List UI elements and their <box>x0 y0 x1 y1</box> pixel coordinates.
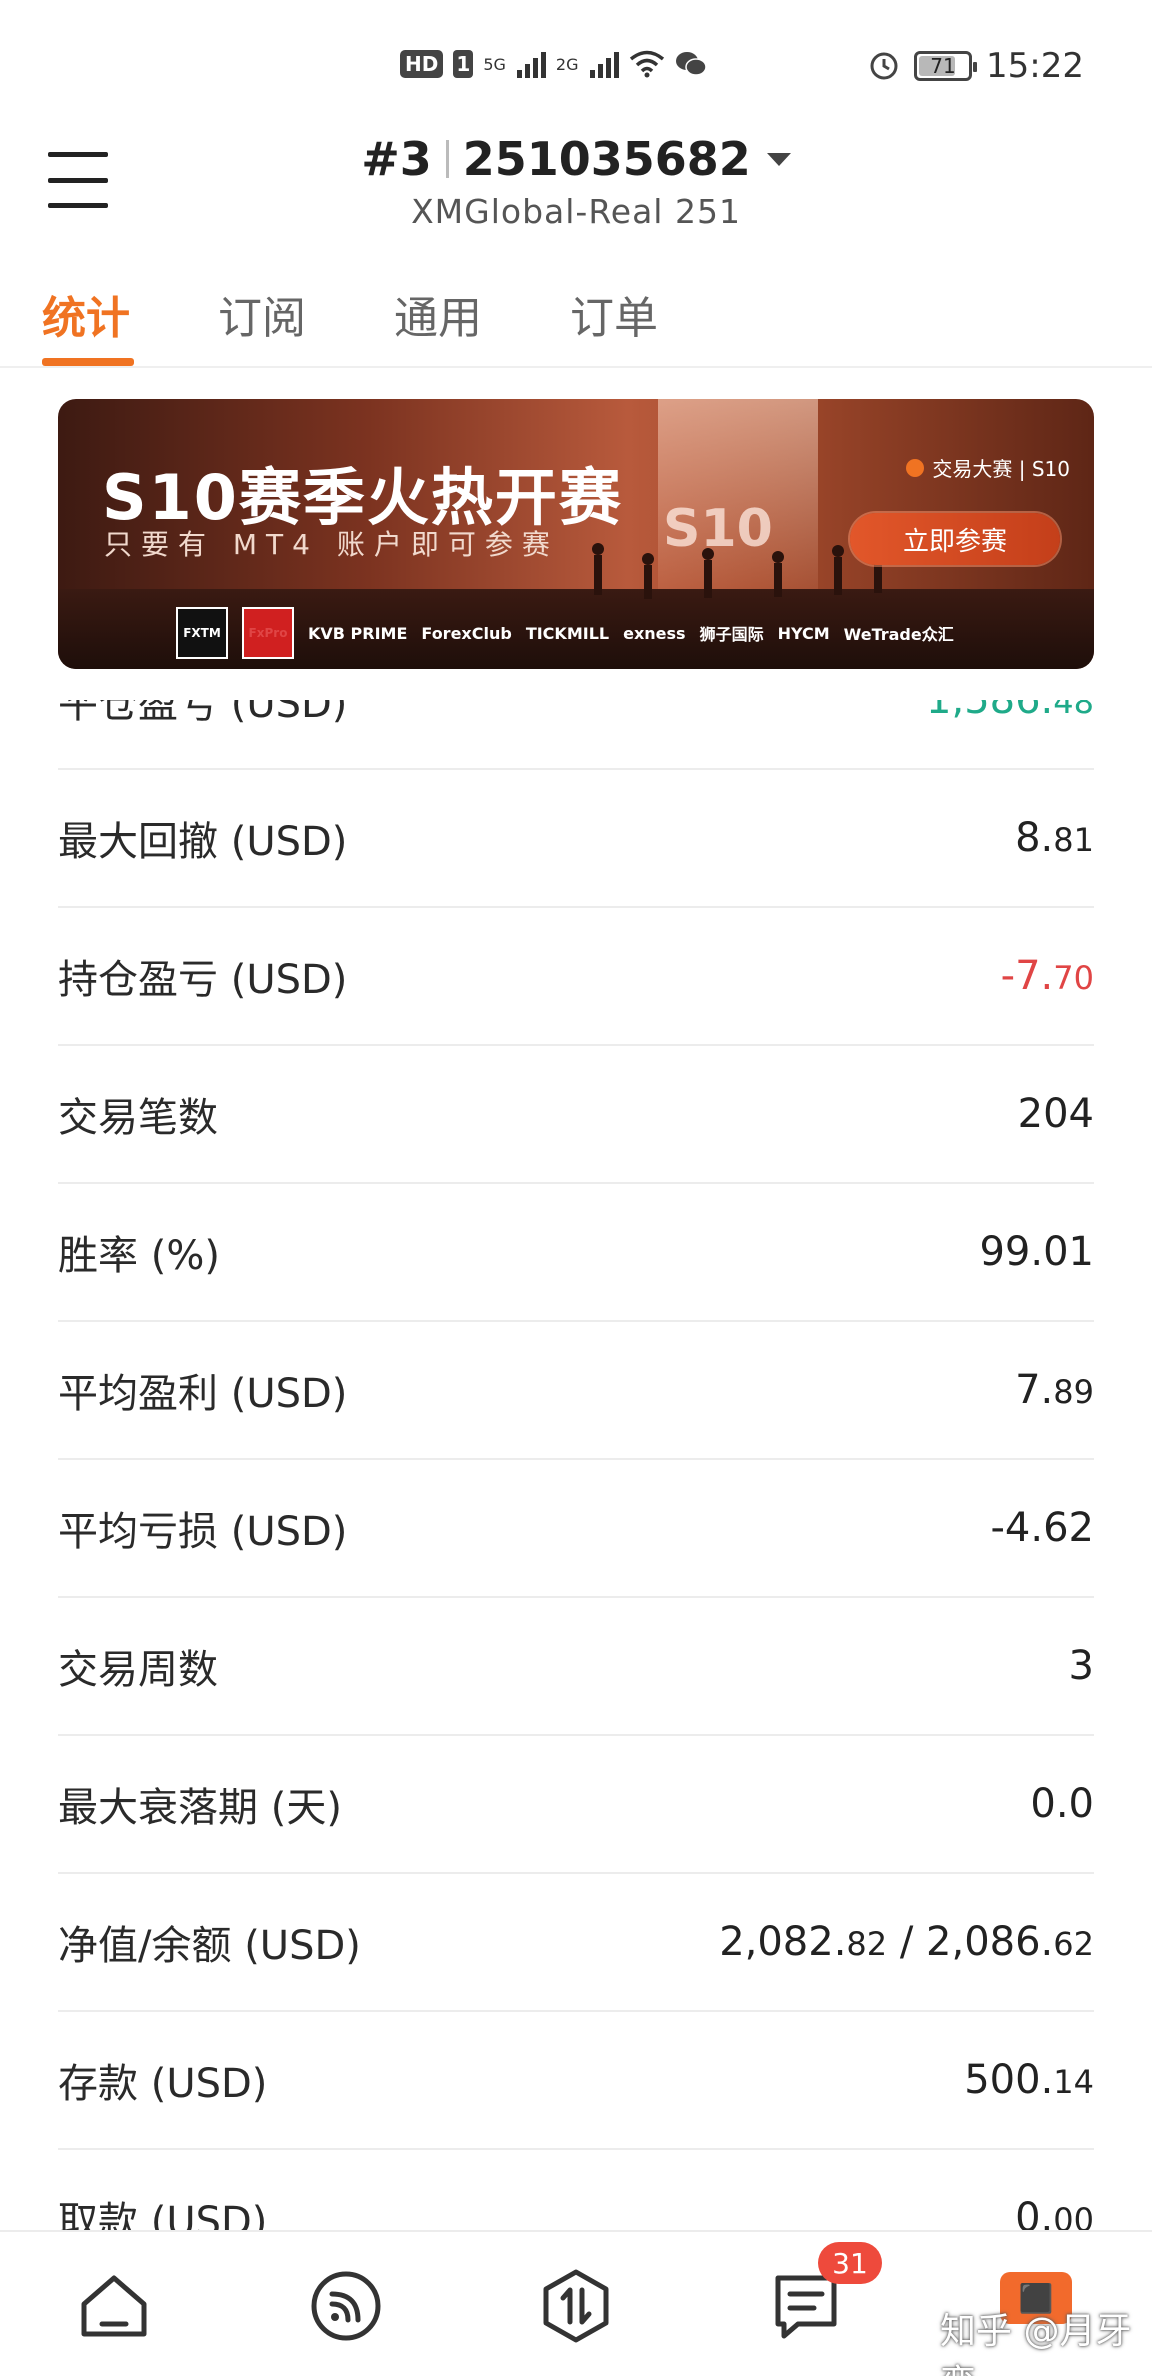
account-id: 251035682 <box>462 132 751 186</box>
nav-home[interactable] <box>74 2266 154 2346</box>
wifi-icon <box>629 50 664 78</box>
stat-row: 取款 (USD) 0.00 <box>58 2150 1094 2230</box>
wechat-icon <box>675 52 707 76</box>
stat-row: 平仓盈亏 (USD) 1,586.48 <box>58 700 1094 770</box>
stat-value: 1,586.48 <box>926 700 1094 723</box>
account-separator <box>445 140 449 178</box>
network-type-1: 5G <box>483 54 506 74</box>
tab-orders[interactable]: 订单 <box>570 282 658 346</box>
stat-value: -4.62 <box>990 1505 1095 1551</box>
signal-icon <box>516 52 546 78</box>
stat-label: 持仓盈亏 (USD) <box>58 957 348 1003</box>
sponsor-logo: WeTrade众汇 <box>843 625 954 644</box>
battery-icon: 71 <box>914 51 978 81</box>
hd-badge: HD <box>400 50 444 78</box>
promo-banner[interactable]: S10赛季火热开赛 只要有 MT4 账户即可参赛 交易大赛 | S10 S10 … <box>58 399 1094 669</box>
stat-row: 存款 (USD) 500.14 <box>58 2012 1094 2150</box>
sponsor-logo: TICKMILL <box>525 623 610 643</box>
watermark: 知乎 @月牙弯 <box>940 2311 1132 2376</box>
stats-list[interactable]: 平仓盈亏 (USD) 1,586.48 最大回撤 (USD) 8.81 持仓盈亏… <box>0 700 1152 2230</box>
trade-icon <box>543 2269 609 2343</box>
stat-value: 7.89 <box>1015 1367 1094 1413</box>
account-selector[interactable]: #3 251035682 XMGlobal-Real 251 <box>0 132 1152 231</box>
nav-signals[interactable] <box>306 2266 386 2346</box>
stat-label: 交易周数 <box>58 1647 218 1693</box>
stat-label: 净值/余额 (USD) <box>58 1923 361 1969</box>
stat-row: 交易笔数 204 <box>58 1046 1094 1184</box>
banner-subtitle: 只要有 MT4 账户即可参赛 <box>104 528 559 561</box>
network-type-2: 2G <box>555 54 579 74</box>
sponsor-logo: exness <box>623 623 686 643</box>
nav-trade[interactable] <box>536 2266 616 2346</box>
stat-row: 胜率 (%) 99.01 <box>58 1184 1094 1322</box>
stat-row: 持仓盈亏 (USD) -7.70 <box>58 908 1094 1046</box>
stat-label: 平仓盈亏 (USD) <box>58 700 348 727</box>
account-server: XMGlobal-Real 251 <box>411 192 741 231</box>
clock: 15:22 <box>986 46 1084 86</box>
tab-subscribe[interactable]: 订阅 <box>218 282 306 346</box>
account-number: #3 <box>361 132 432 186</box>
stat-row: 平均亏损 (USD) -4.62 <box>58 1460 1094 1598</box>
sponsor-logo: KVB PRIME <box>308 623 408 643</box>
sponsor-logo: FxPro <box>242 607 294 659</box>
home-icon <box>81 2275 147 2337</box>
stat-value: 99.01 <box>979 1229 1094 1275</box>
signals-icon <box>311 2271 381 2341</box>
banner-season-mark: S10 <box>663 499 773 559</box>
unread-badge: 31 <box>818 2242 882 2284</box>
stat-value: 2,082.82 / 2,086.62 <box>719 1919 1094 1965</box>
stat-row: 平均盈利 (USD) 7.89 <box>58 1322 1094 1460</box>
stat-label: 平均亏损 (USD) <box>58 1509 348 1555</box>
sponsor-logo: HYCM <box>777 623 830 643</box>
sponsor-logo: 狮子国际 <box>699 625 764 644</box>
alarm-icon <box>870 52 898 80</box>
stat-label: 存款 (USD) <box>58 2061 268 2107</box>
stat-value: 204 <box>1017 1091 1094 1137</box>
stat-label: 平均盈利 (USD) <box>58 1371 348 1417</box>
stat-label: 胜率 (%) <box>58 1233 220 1279</box>
stat-label: 最大衰落期 (天) <box>58 1785 342 1831</box>
stat-row: 最大衰落期 (天) 0.0 <box>58 1736 1094 1874</box>
chevron-down-icon[interactable] <box>766 152 791 166</box>
stat-label: 最大回撤 (USD) <box>58 819 348 865</box>
status-left: HD 1 5G 2G <box>400 50 707 78</box>
brand-logo-icon <box>906 458 925 477</box>
tab-general[interactable]: 通用 <box>394 282 482 346</box>
tab-bar: 统计 订阅 通用 订单 <box>0 262 1152 368</box>
stat-row: 最大回撤 (USD) 8.81 <box>58 770 1094 908</box>
app-header: #3 251035682 XMGlobal-Real 251 <box>0 132 1152 262</box>
join-contest-button[interactable]: 立即参赛 <box>850 513 1060 565</box>
stat-value: -7.70 <box>1000 953 1094 999</box>
banner-brand: 交易大赛 | S10 <box>906 453 1070 482</box>
banner-brand-text: 交易大赛 | S10 <box>932 457 1070 481</box>
sponsor-logo: ForexClub <box>421 623 512 643</box>
stat-value: 3 <box>1068 1643 1094 1689</box>
bottom-nav: 31 ⬛ 知乎 @月牙弯 <box>0 2230 1152 2376</box>
stat-value: 8.81 <box>1015 815 1094 861</box>
status-bar: HD 1 5G 2G 71 15:22 <box>0 0 1152 132</box>
stat-label: 交易笔数 <box>58 1095 218 1141</box>
stat-label: 取款 (USD) <box>58 2199 268 2230</box>
stat-row: 净值/余额 (USD) 2,082.82 / 2,086.62 <box>58 1874 1094 2012</box>
tab-statistics[interactable]: 统计 <box>42 282 130 346</box>
sponsor-strip: FXTM FxPro KVB PRIME ForexClub TICKMILL … <box>58 603 1094 663</box>
stat-value: 500.14 <box>964 2057 1094 2103</box>
account-line[interactable]: #3 251035682 <box>361 132 791 186</box>
active-tab-indicator <box>42 358 134 366</box>
sponsor-logo: FXTM <box>176 607 228 659</box>
sim-badge: 1 <box>453 50 474 78</box>
battery-level: 71 <box>930 54 956 78</box>
stat-row: 交易周数 3 <box>58 1598 1094 1736</box>
signal-icon <box>589 52 619 78</box>
status-right: 71 15:22 <box>868 46 1084 86</box>
stat-value: 0.0 <box>1030 1781 1094 1827</box>
stat-value: 0.00 <box>1015 2195 1094 2230</box>
